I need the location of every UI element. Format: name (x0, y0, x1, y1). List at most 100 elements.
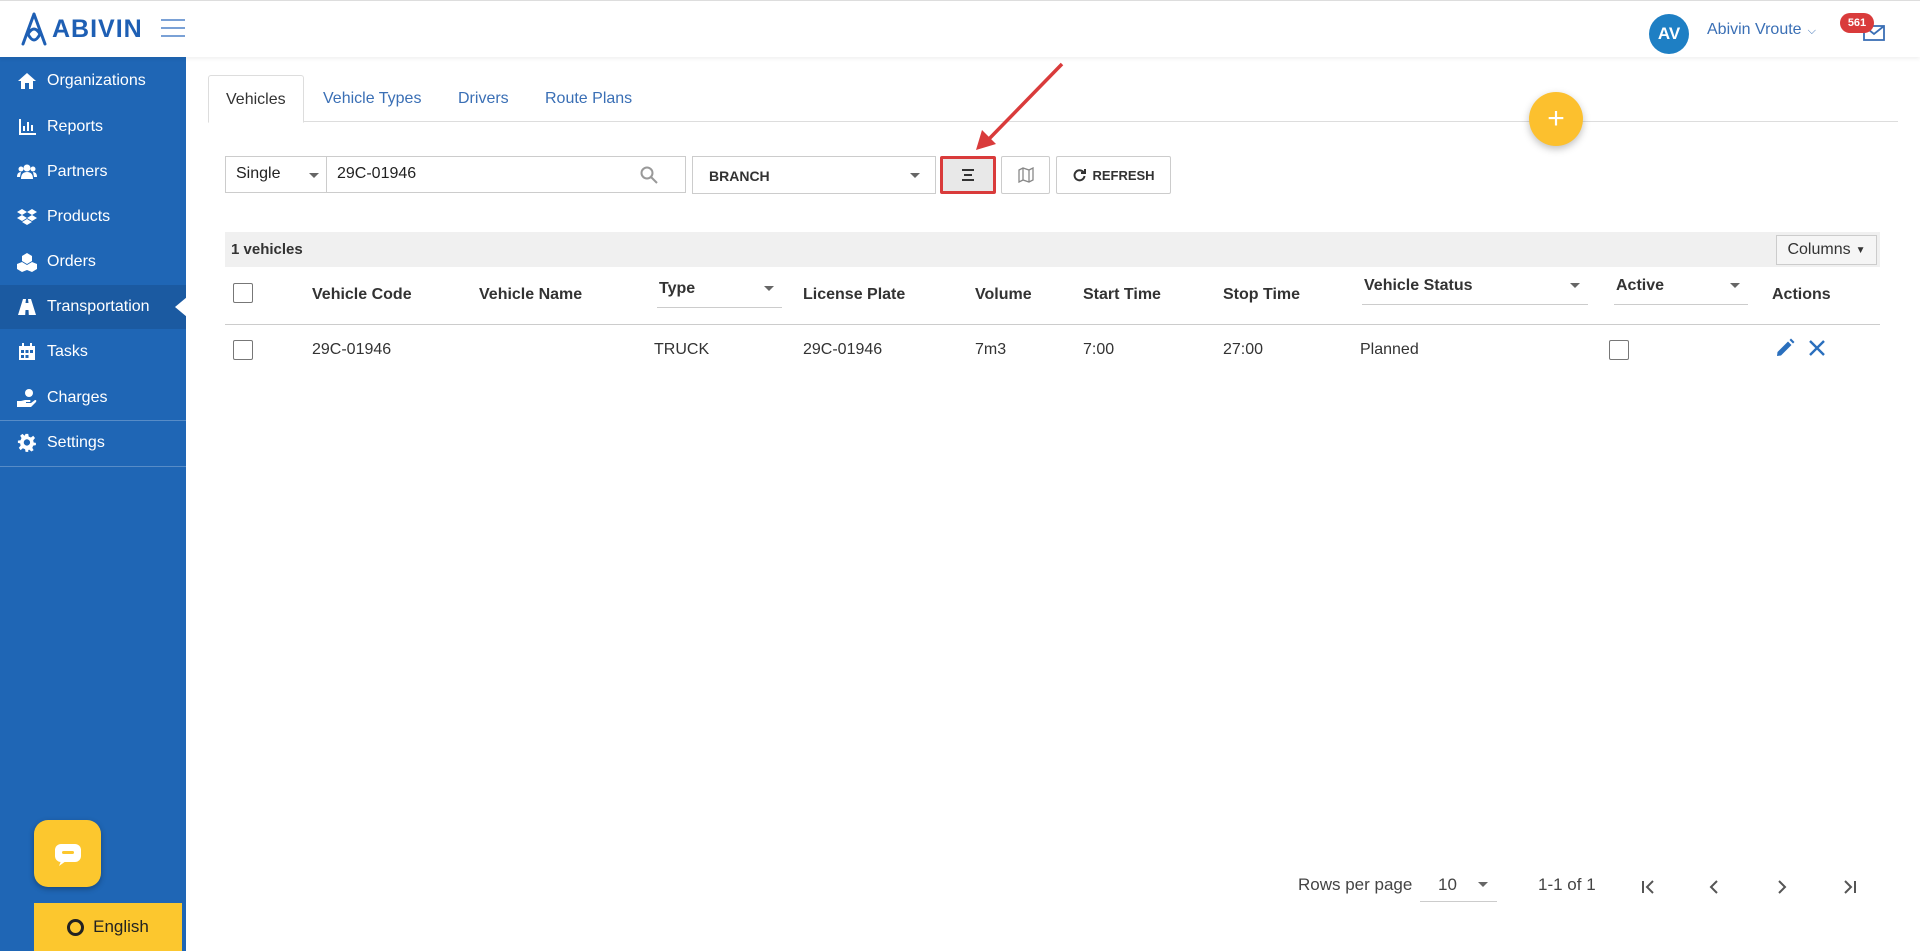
map-view-button[interactable] (1001, 156, 1050, 194)
row-checkbox[interactable] (233, 340, 253, 360)
vehicle-status-filter-select[interactable]: Vehicle Status (1362, 275, 1588, 305)
previous-page-button[interactable] (1700, 873, 1728, 901)
rows-per-page-select[interactable]: 10 (1420, 868, 1497, 902)
abivin-logo[interactable]: ABIVIN (20, 11, 143, 47)
road-icon (18, 299, 36, 315)
sidebar-item-partners[interactable]: Partners (0, 150, 186, 194)
menu-toggle-icon[interactable] (161, 19, 185, 39)
language-button[interactable]: English (34, 903, 182, 951)
rows-per-page-value: 10 (1438, 875, 1457, 894)
home-icon (18, 73, 36, 89)
sidebar-item-organizations[interactable]: Organizations (0, 59, 186, 103)
logo-text: ABIVIN (52, 14, 143, 43)
column-active: Active (1616, 277, 1665, 294)
branch-value: BRANCH (709, 168, 770, 184)
sidebar-item-tasks[interactable]: Tasks (0, 330, 186, 374)
logo-icon (21, 12, 47, 46)
last-page-button[interactable] (1836, 873, 1864, 901)
tab-bar: Vehicles Vehicle Types Drivers Route Pla… (208, 75, 1898, 123)
column-type: Type (659, 280, 696, 297)
column-vehicle-status: Vehicle Status (1364, 277, 1473, 294)
table-toolbar: 1 vehicles Columns ▼ (225, 232, 1880, 267)
cell-vehicle-code: 29C-01946 (312, 341, 392, 358)
caret-down-icon: ▼ (1855, 244, 1866, 256)
column-stop-time[interactable]: Stop Time (1223, 286, 1300, 304)
sidebar-item-reports[interactable]: Reports (0, 105, 186, 149)
notification-badge: 561 (1840, 13, 1874, 33)
hand-money-icon (17, 389, 37, 407)
vehicle-count: 1 vehicles (231, 241, 303, 258)
sidebar-item-label: Settings (47, 434, 105, 451)
bar-chart-icon (19, 119, 36, 135)
sidebar: Organizations Reports Partners Products … (0, 57, 187, 951)
search-mode-select[interactable]: Single (225, 156, 327, 193)
tab-route-plans[interactable]: Route Plans (545, 75, 632, 122)
select-all-checkbox[interactable] (233, 283, 253, 303)
column-volume[interactable]: Volume (975, 286, 1032, 304)
cubes-icon (17, 253, 37, 272)
rows-per-page-label: Rows per page (1298, 875, 1413, 894)
chat-button[interactable] (34, 820, 101, 887)
circle-icon (67, 918, 85, 936)
delete-icon[interactable] (1807, 338, 1827, 358)
column-vehicle-name[interactable]: Vehicle Name (479, 286, 582, 304)
search-input[interactable]: 29C-01946 (326, 156, 686, 193)
column-license-plate[interactable]: License Plate (803, 286, 905, 304)
search-mode-value: Single (236, 165, 281, 182)
list-view-button[interactable] (940, 156, 996, 194)
next-page-button[interactable] (1768, 873, 1796, 901)
active-filter-select[interactable]: Active (1614, 275, 1748, 305)
list-icon (962, 169, 974, 181)
user-menu[interactable]: Abivin Vroute ⌵ (1707, 21, 1816, 39)
sidebar-item-orders[interactable]: Orders (0, 240, 186, 284)
table-row[interactable]: 29C-01946 TRUCK 29C-01946 7m3 7:00 27:00… (225, 326, 1880, 373)
search-icon[interactable] (639, 165, 659, 185)
caret-down-icon (1730, 283, 1740, 288)
sidebar-item-transportation[interactable]: Transportation (0, 285, 187, 329)
caret-down-icon (309, 173, 319, 178)
active-checkbox[interactable] (1609, 340, 1629, 360)
chevron-left-icon (1709, 880, 1718, 894)
sidebar-item-label: Tasks (47, 343, 88, 360)
cell-start-time: 7:00 (1083, 341, 1115, 358)
sidebar-item-label: Products (47, 208, 111, 225)
edit-icon[interactable] (1774, 337, 1796, 359)
sidebar-item-products[interactable]: Products (0, 195, 186, 239)
sidebar-item-charges[interactable]: Charges (0, 376, 186, 420)
chevron-right-icon (1778, 880, 1787, 894)
add-button[interactable]: + (1529, 92, 1583, 146)
columns-button[interactable]: Columns ▼ (1776, 235, 1877, 265)
column-actions: Actions (1772, 286, 1831, 303)
sidebar-item-settings[interactable]: Settings (0, 421, 186, 465)
cell-volume: 7m3 (975, 341, 1007, 358)
type-filter-select[interactable]: Type (657, 278, 782, 308)
sidebar-item-label: Orders (47, 253, 96, 270)
column-start-time[interactable]: Start Time (1083, 286, 1161, 304)
chat-icon (54, 843, 81, 866)
branch-select[interactable]: BRANCH (692, 156, 936, 194)
avatar[interactable]: AV (1649, 14, 1689, 54)
cell-type: TRUCK (654, 341, 710, 358)
sidebar-item-label: Partners (47, 163, 108, 180)
column-vehicle-code[interactable]: Vehicle Code (312, 286, 412, 304)
columns-label: Columns (1787, 241, 1851, 258)
cell-license-plate: 29C-01946 (803, 341, 883, 358)
sidebar-item-label: Organizations (47, 72, 146, 89)
refresh-button[interactable]: REFRESH (1056, 156, 1171, 194)
first-page-icon (1642, 880, 1654, 894)
refresh-icon (1074, 169, 1087, 182)
refresh-label: REFRESH (1092, 167, 1155, 183)
top-header: ABIVIN AV Abivin Vroute ⌵ 561 (0, 0, 1920, 57)
caret-down-icon (910, 173, 920, 178)
caret-down-icon (764, 286, 774, 291)
plus-icon: + (1547, 102, 1565, 135)
cell-stop-time: 27:00 (1223, 341, 1264, 358)
tab-vehicles[interactable]: Vehicles (208, 75, 304, 123)
caret-down-icon (1478, 882, 1488, 887)
users-icon (17, 164, 37, 179)
sidebar-divider (0, 466, 186, 467)
tab-vehicle-types[interactable]: Vehicle Types (323, 75, 421, 122)
cell-vehicle-status: Planned (1360, 341, 1419, 358)
first-page-button[interactable] (1634, 873, 1662, 901)
tab-drivers[interactable]: Drivers (458, 75, 509, 122)
